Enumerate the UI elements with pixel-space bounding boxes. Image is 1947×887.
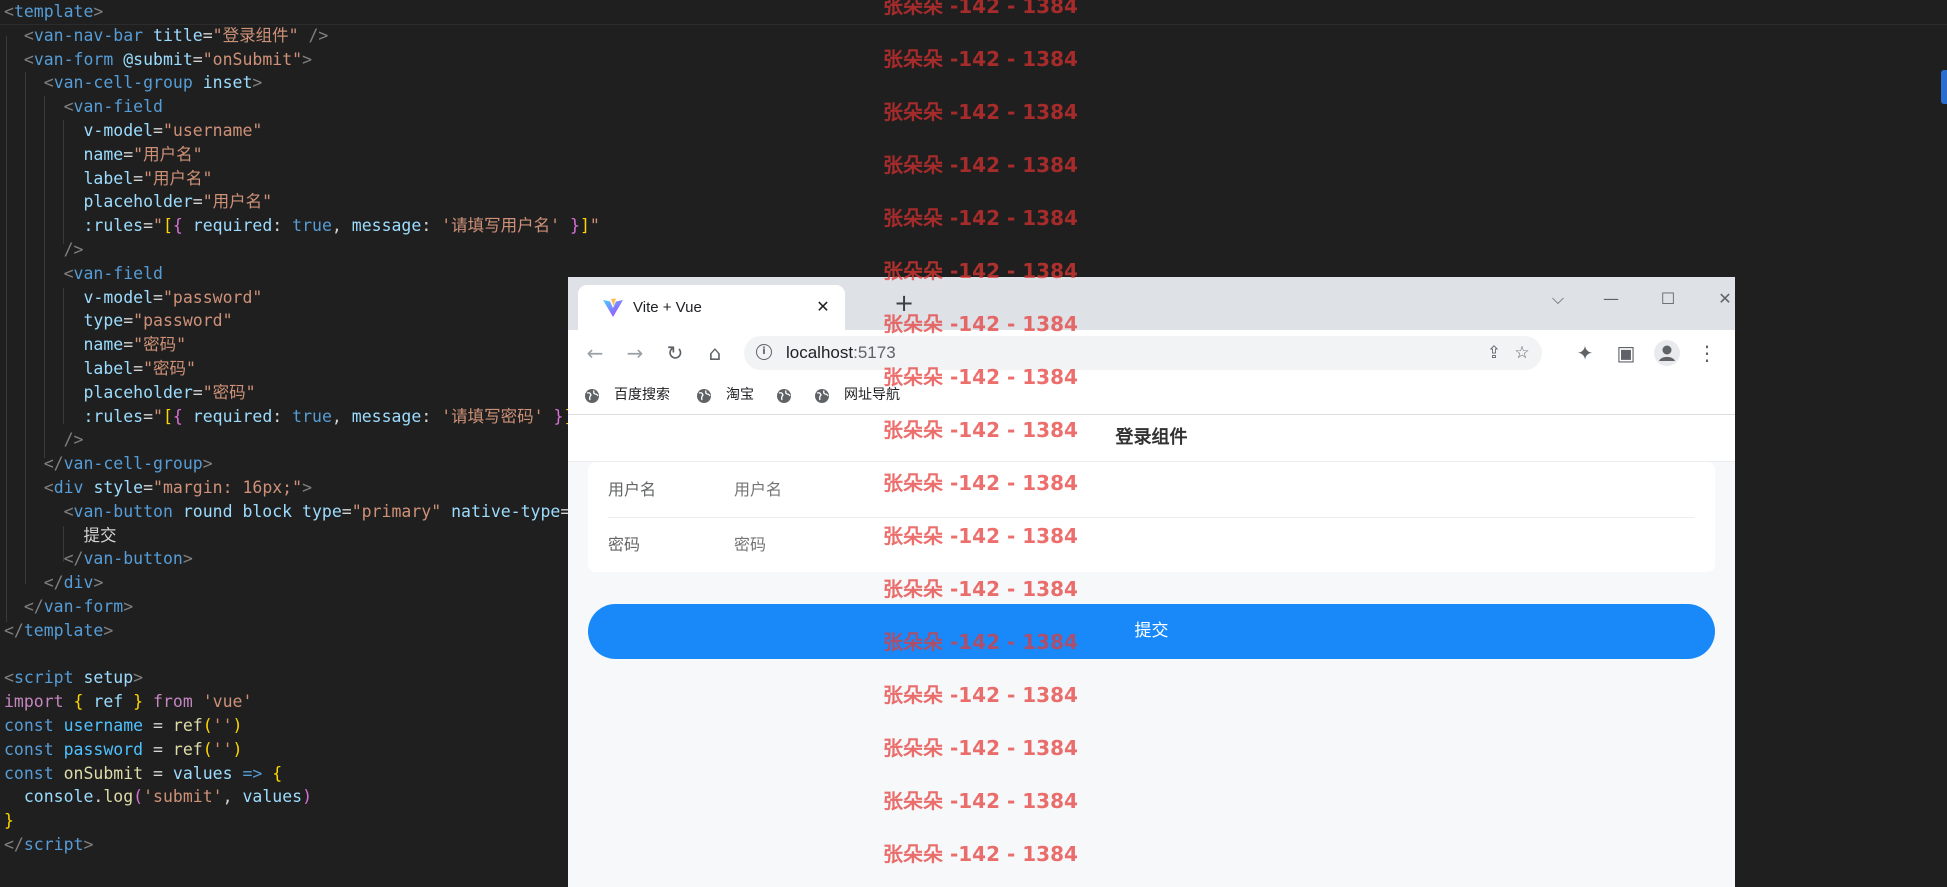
minimize-button[interactable]: —	[1591, 285, 1631, 313]
code-line: label="用户名"	[83, 168, 213, 188]
code-line: </van-button>	[63, 549, 193, 569]
code-line: v-model="username"	[83, 121, 263, 140]
code-line: label="密码"	[83, 359, 196, 378]
browser-window: Vite + Vue ✕ + ⌵ — ☐ ✕ ← → ↻ ⌂ i localho…	[568, 277, 1735, 887]
menu-kebab-icon[interactable]: ⋮	[1692, 338, 1722, 368]
bookmark-star-icon[interactable]: ☆	[1510, 341, 1534, 365]
forward-arrow-icon[interactable]: →	[620, 338, 650, 368]
bookmark-label: 网址导航	[844, 387, 900, 403]
code-line: const username = ref('')	[4, 716, 243, 735]
bookmark-label: 百度搜索	[614, 387, 670, 403]
bookmark-taobao[interactable]: 淘宝	[696, 376, 761, 414]
share-icon[interactable]: ⇪	[1482, 341, 1506, 365]
code-line: </template>	[4, 620, 114, 640]
nav-bar: 登录组件	[568, 415, 1735, 462]
globe-icon	[697, 389, 711, 403]
extensions-icon[interactable]: ✦	[1570, 338, 1600, 368]
tab-close-icon[interactable]: ✕	[813, 297, 833, 317]
indent-guide	[63, 526, 64, 562]
tab-strip: Vite + Vue ✕ + ⌵ — ☐ ✕	[568, 277, 1735, 330]
code-line: <van-button round block type="primary" n…	[63, 501, 660, 521]
url-port: :5173	[853, 343, 896, 362]
indent-guide	[25, 72, 26, 584]
code-line: :rules="[{ required: true, message: '请填写…	[83, 216, 600, 236]
code-line: name="用户名"	[83, 144, 203, 164]
side-panel-icon[interactable]: ▣	[1611, 338, 1641, 368]
new-tab-button[interactable]: +	[890, 289, 918, 317]
maximize-button[interactable]: ☐	[1648, 285, 1688, 313]
bookmark-nav[interactable]: 网址导航	[814, 376, 914, 414]
code-line: <van-cell-group inset>	[43, 73, 263, 93]
code-line: </script>	[4, 835, 94, 854]
code-line: v-model="password"	[83, 287, 263, 307]
indent-guide	[63, 288, 64, 424]
code-line: const password = ref('')	[4, 739, 243, 759]
bookmark-baidu[interactable]: 百度搜索	[584, 376, 679, 414]
code-line: </van-cell-group>	[43, 454, 213, 474]
code-line: </div>	[43, 573, 104, 593]
page-content: 登录组件 用户名 密码 提交	[568, 415, 1735, 887]
bookmarks-bar: 百度搜索 淘宝 网址导航	[568, 376, 1735, 415]
code-line: placeholder="密码"	[83, 382, 256, 402]
indent-guide	[44, 96, 45, 458]
username-field[interactable]	[732, 462, 1636, 519]
code-line: type="password"	[83, 311, 233, 331]
scrollbar-marker[interactable]	[1941, 70, 1947, 104]
code-line: name="密码"	[83, 335, 187, 355]
code-line: import { ref } from 'vue'	[4, 692, 253, 712]
url-text[interactable]: localhost:5173	[786, 336, 896, 370]
close-window-button[interactable]: ✕	[1705, 285, 1735, 313]
code-line: 提交	[4, 525, 117, 545]
code-line: :rules="[{ required: true, message: '请填写…	[83, 406, 583, 426]
tab-title: Vite + Vue	[633, 299, 702, 316]
bookmark-label: 淘宝	[726, 387, 754, 403]
reload-icon[interactable]: ↻	[660, 338, 690, 368]
username-cell: 用户名	[588, 462, 1715, 519]
tab-search-icon[interactable]: ⌵	[1538, 285, 1578, 313]
globe-icon	[777, 389, 791, 403]
globe-icon	[815, 389, 829, 403]
tab-vite-vue[interactable]: Vite + Vue ✕	[578, 285, 845, 330]
code-line: <script setup>	[4, 668, 144, 688]
code-line: <van-field	[63, 263, 163, 283]
profile-avatar-icon[interactable]	[1652, 338, 1682, 368]
vite-favicon-icon	[603, 298, 623, 317]
bookmark-unnamed[interactable]	[776, 376, 796, 414]
password-cell: 密码	[588, 517, 1715, 574]
code-line: </van-form>	[23, 597, 134, 616]
site-info-icon[interactable]: i	[756, 344, 772, 360]
back-arrow-icon[interactable]: ←	[580, 338, 610, 368]
home-icon[interactable]: ⌂	[700, 338, 730, 368]
login-form: 用户名 密码	[588, 462, 1715, 574]
password-label: 密码	[608, 535, 641, 554]
submit-button[interactable]: 提交	[588, 604, 1715, 659]
indent-guide	[63, 120, 64, 244]
code-line: const onSubmit = values => {	[4, 763, 283, 783]
url-host: localhost	[786, 343, 854, 362]
code-line: <van-field	[63, 97, 163, 117]
indent-guide	[6, 36, 7, 622]
password-field[interactable]	[732, 517, 1636, 574]
code-line: }	[4, 811, 14, 831]
code-line: <template>	[4, 2, 104, 21]
code-line: <van-nav-bar title="登录组件" />	[23, 25, 329, 45]
code-line: <div style="margin: 16px;">	[43, 478, 312, 497]
page-title: 登录组件	[1115, 427, 1188, 448]
code-line: <van-form @submit="onSubmit">	[23, 49, 312, 69]
username-label: 用户名	[608, 480, 657, 499]
address-bar[interactable]: i localhost:5173 ⇪ ☆	[744, 336, 1542, 370]
code-line: console.log('submit', values)	[23, 787, 313, 807]
browser-toolbar: ← → ↻ ⌂ i localhost:5173 ⇪ ☆ ✦ ▣ ⋮	[568, 330, 1735, 376]
globe-icon	[585, 389, 599, 403]
